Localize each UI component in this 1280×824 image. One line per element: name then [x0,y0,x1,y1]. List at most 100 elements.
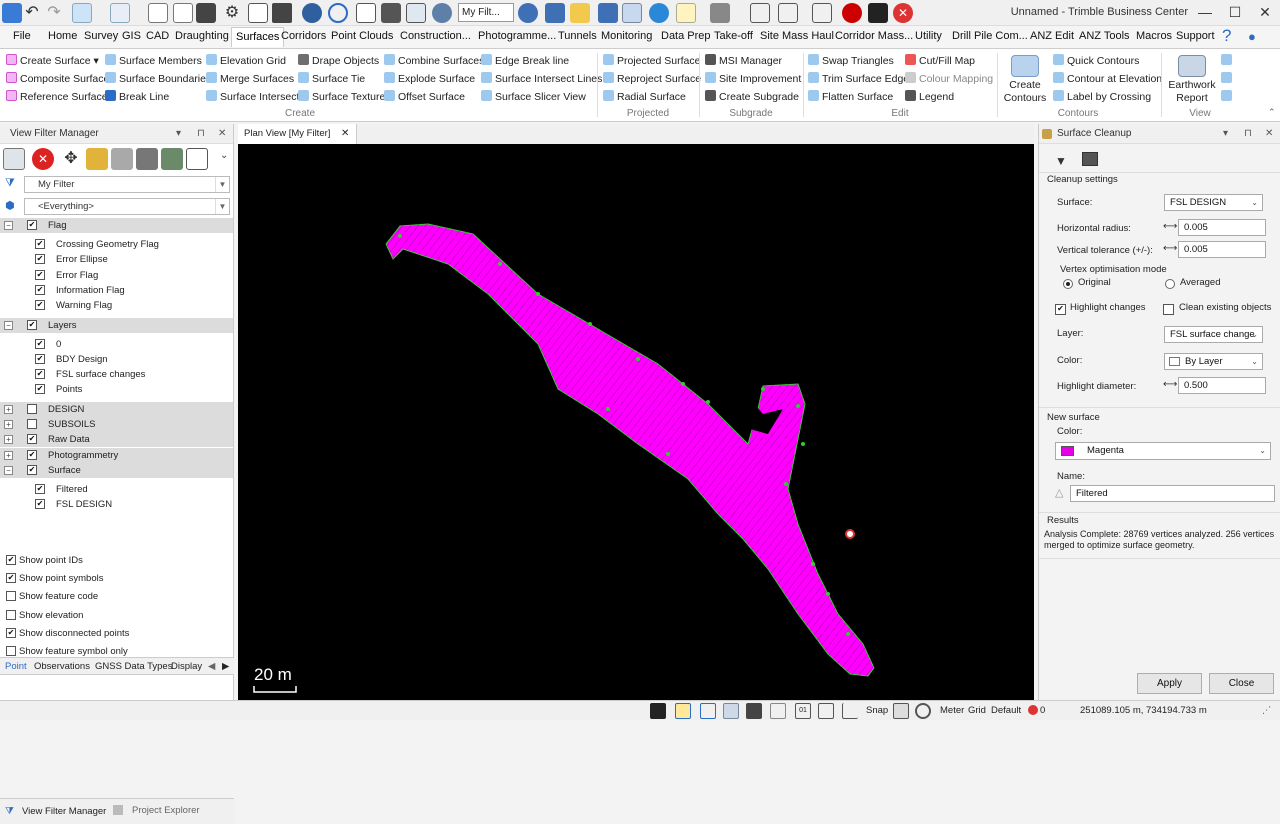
ruler-icon[interactable] [778,3,798,23]
globe-icon[interactable] [328,3,348,23]
expand-toggle-icon[interactable]: + [4,420,13,429]
tree-item[interactable]: ✔ Crossing Geometry Flag [0,237,233,252]
menu-file[interactable]: File [13,30,31,42]
tree-group-layers[interactable]: − ✔ Layers [0,317,233,333]
filter-dropdown[interactable]: My Filter ▼ [24,176,230,193]
layer-stack-gold-icon[interactable] [86,148,108,170]
select-mode-icon[interactable] [675,703,691,719]
grid-snap-icon[interactable] [770,703,786,719]
item-checkbox[interactable]: ✔ [35,499,45,510]
offset-surface-button[interactable]: Offset Surface [384,89,465,105]
tab-scroll-right-icon[interactable]: ▶ [222,661,229,672]
merge-surfaces-button[interactable]: Merge Surfaces [206,71,294,87]
filter-combo[interactable]: My Filt... [458,3,514,22]
expand-toggle-icon[interactable]: + [4,450,13,460]
import-icon[interactable] [72,3,92,23]
cut-fill-map-button[interactable]: Cut/Fill Map [905,53,975,69]
color-select[interactable]: By Layer ⌄ [1164,353,1263,370]
clean-existing-checkbox[interactable] [1163,304,1174,315]
menu-cad[interactable]: CAD [146,30,169,42]
command-line-icon[interactable] [868,3,888,23]
close-button[interactable]: Close [1209,673,1274,694]
tree-item[interactable]: ✔ 0 [0,337,233,352]
menu-anz-tools[interactable]: ANZ Tools [1079,30,1130,42]
panel-menu-icon[interactable]: ▾ [1223,124,1228,144]
tree-group-photogrammetry[interactable]: + ✔ Photogrammetry [0,447,233,463]
vertical-tolerance-input[interactable]: 0.005 [1178,241,1266,258]
redo-icon[interactable]: ↷ [44,3,64,23]
pan-mode-icon[interactable] [700,703,716,719]
item-checkbox[interactable]: ✔ [35,239,45,249]
surface-boundaries-button[interactable]: Surface Boundaries [105,71,211,87]
cube-icon[interactable] [381,3,401,23]
pin-icon[interactable]: ⊓ [197,124,205,144]
menu-surfaces[interactable]: Surfaces [231,27,285,47]
menu-point-clouds[interactable]: Point Clouds [331,30,393,42]
item-checkbox[interactable]: ✔ [35,300,45,311]
user-icon[interactable]: ● [1248,29,1256,44]
earthwork-report-button[interactable]: Earthwork Report [1164,55,1220,105]
menu-home[interactable]: Home [48,30,77,42]
expand-toggle-icon[interactable]: − [4,221,13,230]
tab-observations[interactable]: Observations [34,661,90,672]
elevation-grid-button[interactable]: Elevation Grid [206,53,286,69]
option-checkbox[interactable] [6,646,16,656]
projected-surface-button[interactable]: Projected Surface [603,53,700,69]
radio-averaged[interactable] [1165,279,1175,289]
tree-item[interactable]: ✔ Filtered [0,482,233,497]
gear-icon[interactable]: ⚙ [222,3,242,23]
create-surface-button[interactable]: Create Surface ▾ [6,53,99,69]
command-line-icon[interactable] [650,703,666,719]
image-icon[interactable] [406,3,426,23]
menu-photogrammetry[interactable]: Photogramme... [478,30,556,42]
menu-tunnels[interactable]: Tunnels [558,30,597,42]
apply-button[interactable]: Apply [1137,673,1202,694]
note-icon[interactable] [676,3,696,23]
combine-surfaces-button[interactable]: Combine Surfaces [384,53,484,69]
expand-toggle-icon[interactable]: − [4,320,13,330]
tab-project-explorer[interactable]: Project Explorer [132,805,200,816]
toolbar-overflow-icon[interactable]: ⌄ [220,150,228,161]
tab-scroll-left-icon[interactable]: ◀ [208,661,215,672]
cloud-view-icon[interactable] [432,3,452,23]
create-subgrade-button[interactable]: Create Subgrade [705,89,799,105]
menu-data-prep[interactable]: Data Prep [661,30,711,42]
screenshot-icon[interactable] [1082,152,1098,166]
print-icon[interactable] [710,3,730,23]
coordinate-mode-icon[interactable]: 01 [795,703,811,719]
tree-item[interactable]: ✔ Information Flag [0,283,233,298]
flatten-surface-button[interactable]: Flatten Surface [808,89,893,105]
view-tool-1-button[interactable] [1221,53,1235,69]
save-icon[interactable] [196,3,216,23]
item-checkbox[interactable]: ✔ [35,269,45,280]
tree-item[interactable]: ✔ BDY Design [0,352,233,367]
group-checkbox[interactable]: ✔ [27,464,37,475]
layer-stack-icon[interactable] [136,148,158,170]
tree-group-subsoils[interactable]: + SUBSOILS [0,417,233,432]
measure-icon[interactable] [750,3,770,23]
tree-item[interactable]: ✔ Error Ellipse [0,252,233,267]
open-project-icon[interactable] [173,3,193,23]
close-tab-icon[interactable]: ✕ [341,124,349,144]
tree-group-raw-data[interactable]: + ✔ Raw Data [0,432,233,448]
menu-drill-pile[interactable]: Drill Pile Com... [952,30,1028,42]
option-checkbox[interactable]: ✔ [6,573,16,584]
group-checkbox[interactable] [27,403,37,414]
menu-site-mass-haul[interactable]: Site Mass Haul [760,30,834,42]
item-checkbox[interactable]: ✔ [35,338,45,349]
item-checkbox[interactable]: ✔ [35,483,45,494]
menu-corridors[interactable]: Corridors [281,30,326,42]
delete-icon[interactable]: ✕ [32,148,54,170]
layer-stack-grey-icon[interactable] [111,148,133,170]
filter-funnel-icon[interactable] [186,148,208,170]
collapse-ribbon-icon[interactable]: ⌃ [1268,107,1276,118]
angle-mode-icon[interactable] [818,703,834,719]
pin-icon[interactable]: ⊓ [1244,124,1252,144]
quick-contours-button[interactable]: Quick Contours [1053,53,1139,69]
group-checkbox[interactable]: ✔ [27,434,37,445]
tree-item[interactable]: ✔ FSL DESIGN [0,497,233,512]
menu-draughting[interactable]: Draughting [175,30,229,42]
option-checkbox[interactable] [6,609,16,620]
layer-select[interactable]: FSL surface change ⌄ [1164,326,1263,343]
line-tool-icon[interactable] [812,3,832,23]
